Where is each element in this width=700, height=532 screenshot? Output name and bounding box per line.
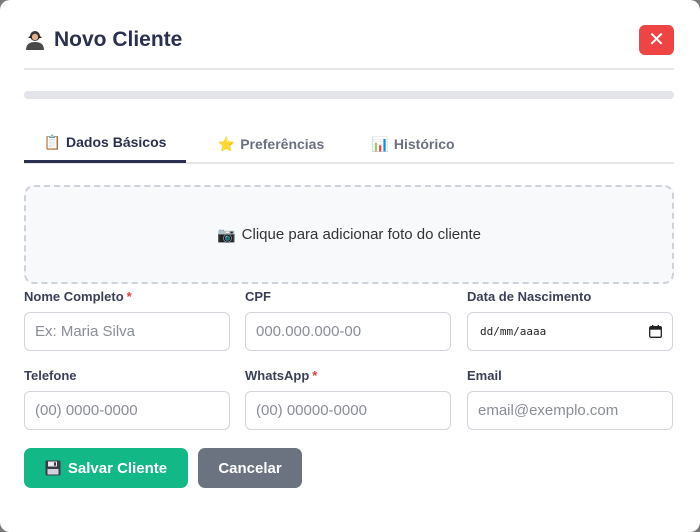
field-cpf: CPF <box>245 289 451 351</box>
telefone-input[interactable] <box>24 391 230 430</box>
telefone-label: Telefone <box>24 368 77 383</box>
email-input[interactable] <box>467 391 673 430</box>
photo-upload-area[interactable]: 📷 Clique para adicionar foto do cliente <box>24 185 674 284</box>
cancel-button[interactable]: Cancelar <box>198 448 302 488</box>
field-nome: Nome Completo * <box>24 289 230 351</box>
tab-label: Histórico <box>393 136 455 152</box>
progress-bar <box>24 91 674 99</box>
required-marker: * <box>126 289 132 304</box>
modal-title: Novo Cliente <box>24 28 182 52</box>
required-marker: * <box>312 368 318 383</box>
tab-bar: 📋 Dados Básicos ⭐ Preferências 📊 Históri… <box>24 124 674 164</box>
nome-input[interactable] <box>24 312 230 351</box>
nascimento-label: Data de Nascimento <box>467 289 592 304</box>
star-icon: ⭐ <box>217 135 236 152</box>
save-client-button[interactable]: Salvar Cliente <box>24 448 188 488</box>
nome-label: Nome Completo * <box>24 289 132 304</box>
email-label: Email <box>467 368 502 383</box>
modal-title-text: Novo Cliente <box>54 28 183 51</box>
bar-chart-icon: 📊 <box>371 135 389 152</box>
tab-label: Dados Básicos <box>66 134 167 150</box>
field-whatsapp: WhatsApp * <box>245 368 451 430</box>
floppy-disk-icon <box>45 460 61 476</box>
field-telefone: Telefone <box>24 368 230 430</box>
photo-upload-label: Clique para adicionar foto do cliente <box>241 226 481 243</box>
close-button[interactable]: ✕ <box>639 25 674 55</box>
modal-header: Novo Cliente ✕ <box>24 24 674 70</box>
person-icon <box>24 29 46 51</box>
field-email: Email <box>467 368 673 430</box>
whatsapp-label: WhatsApp * <box>245 368 318 383</box>
tab-preferencias[interactable]: ⭐ Preferências <box>204 124 338 164</box>
cpf-label: CPF <box>245 289 271 304</box>
birthdate-placeholder: dd/mm/aaaa <box>480 325 547 338</box>
calendar-icon[interactable] <box>649 325 662 338</box>
tab-dados-basicos[interactable]: 📋 Dados Básicos <box>24 124 186 163</box>
cpf-input[interactable] <box>245 312 451 351</box>
tab-historico[interactable]: 📊 Histórico <box>358 124 468 164</box>
whatsapp-input[interactable] <box>245 391 451 430</box>
clipboard-icon: 📋 <box>43 133 62 150</box>
camera-icon: 📷 <box>216 226 236 244</box>
new-client-modal: Novo Cliente ✕ 📋 Dados Básicos ⭐ Preferê… <box>0 0 700 532</box>
tab-label: Preferências <box>240 136 325 152</box>
field-nascimento: Data de Nascimento dd/mm/aaaa <box>467 289 673 351</box>
birthdate-input[interactable]: dd/mm/aaaa <box>467 312 673 351</box>
save-button-label: Salvar Cliente <box>67 459 168 477</box>
